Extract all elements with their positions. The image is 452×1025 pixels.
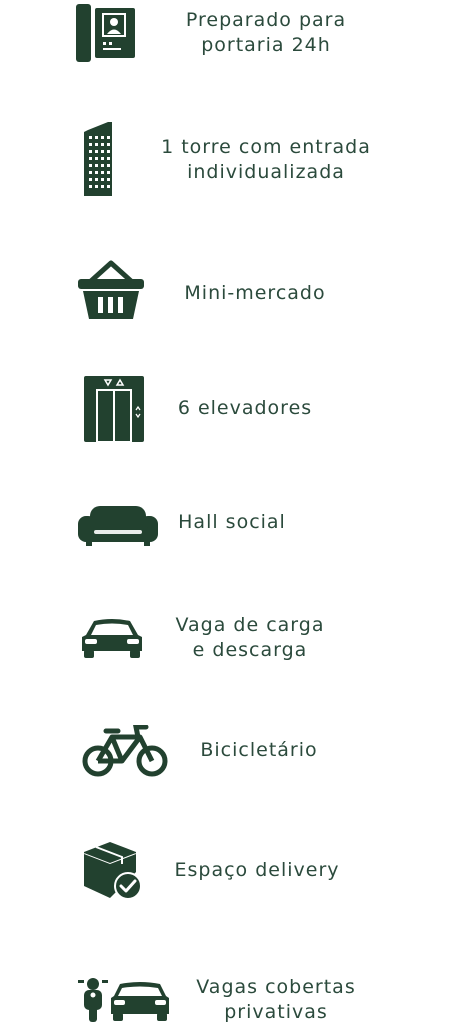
- feature-label: Vagas cobertas privativas: [196, 976, 356, 1023]
- feature-label: Mini-mercado: [184, 282, 326, 304]
- bicycle-icon: [82, 725, 168, 779]
- feature-label: Hall social: [178, 511, 286, 533]
- feature-label: Preparado para portaria 24h: [185, 9, 347, 56]
- feature-label: 6 elevadores: [177, 397, 313, 419]
- basket-icon: [77, 259, 145, 321]
- delivery-box-icon: [84, 842, 144, 900]
- sofa-icon: [78, 504, 158, 546]
- feature-label: Bicicletário: [200, 739, 318, 761]
- feature-label: Vaga de carga e descarga: [175, 614, 325, 661]
- moto-car-icon: [78, 976, 170, 1022]
- feature-label: 1 torre com entrada individualizada: [161, 136, 371, 183]
- intercom-icon: [76, 4, 136, 62]
- tower-icon: [82, 120, 116, 198]
- car-icon: [80, 617, 144, 659]
- feature-label: Espaço delivery: [174, 859, 340, 881]
- elevator-icon: [84, 376, 144, 442]
